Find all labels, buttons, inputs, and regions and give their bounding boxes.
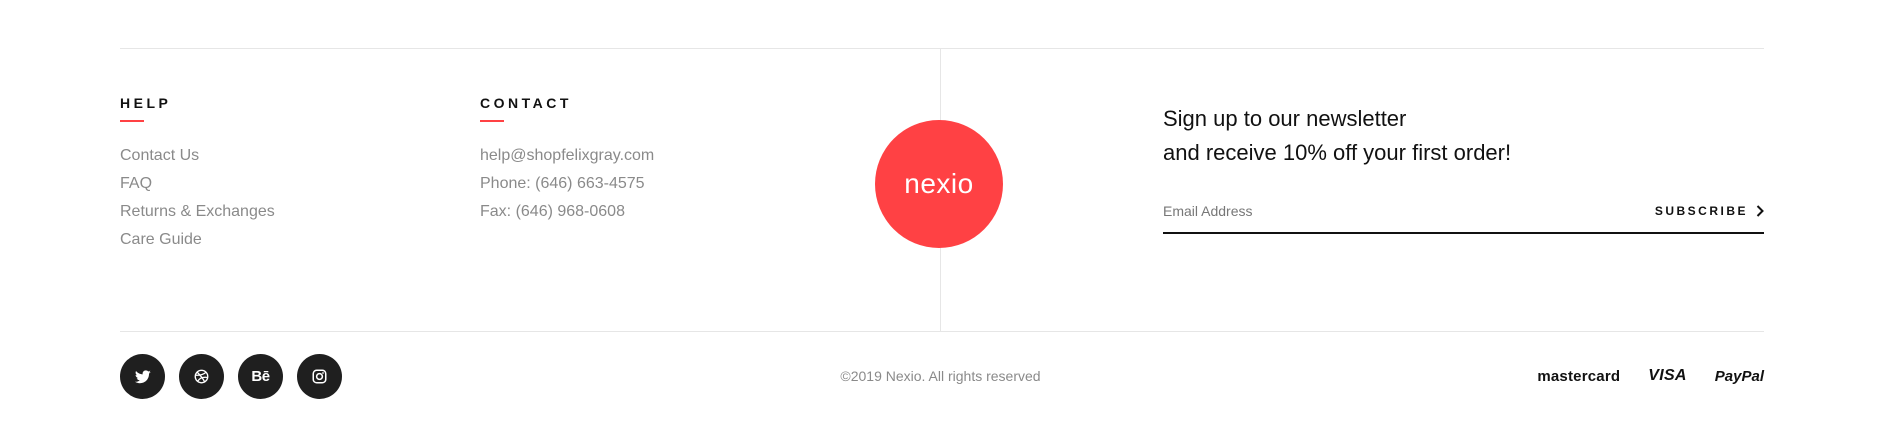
newsletter-form: SUBSCRIBE — [1163, 198, 1764, 234]
mastercard-logo: mastercard — [1537, 367, 1621, 385]
help-link-faq[interactable]: FAQ — [120, 170, 275, 198]
newsletter-heading: Sign up to our newsletter and receive 10… — [1163, 102, 1763, 170]
site-footer: HELP Contact Us FAQ Returns & Exchanges … — [0, 0, 1881, 422]
payment-methods: mastercard VISA PayPal — [1537, 367, 1764, 385]
subscribe-button[interactable]: SUBSCRIBE — [1655, 204, 1764, 218]
subscribe-label: SUBSCRIBE — [1654, 204, 1748, 218]
contact-title: CONTACT — [480, 95, 572, 111]
contact-phone: Phone: (646) 663-4575 — [480, 175, 645, 192]
bottom-divider — [120, 331, 1764, 332]
visa-logo: VISA — [1648, 367, 1687, 384]
help-column: HELP Contact Us FAQ Returns & Exchanges … — [120, 96, 275, 254]
help-links: Contact Us FAQ Returns & Exchanges Care … — [120, 142, 275, 254]
contact-title-underline — [480, 120, 504, 122]
email-input[interactable] — [1163, 200, 1603, 222]
help-title-underline — [120, 120, 144, 122]
paypal-logo: PayPal — [1714, 367, 1764, 385]
nexio-logo[interactable]: nexio — [875, 120, 1003, 248]
contact-email-link[interactable]: help@shopfelixgray.com — [480, 142, 654, 170]
help-title: HELP — [120, 95, 172, 111]
newsletter-line-2: and receive 10% off your first order! — [1163, 140, 1512, 165]
chevron-right-icon — [1756, 205, 1764, 217]
contact-column: CONTACT help@shopfelixgray.com Phone: (6… — [480, 96, 654, 226]
top-divider — [120, 48, 1764, 49]
help-link-contact-us[interactable]: Contact Us — [120, 142, 275, 170]
help-link-care-guide[interactable]: Care Guide — [120, 226, 275, 254]
newsletter-line-1: Sign up to our newsletter — [1163, 106, 1407, 131]
logo-text: nexio — [904, 168, 974, 199]
contact-fax: Fax: (646) 968-0608 — [480, 203, 625, 220]
help-link-returns-exchanges[interactable]: Returns & Exchanges — [120, 198, 275, 226]
contact-details: help@shopfelixgray.com Phone: (646) 663-… — [480, 142, 654, 226]
